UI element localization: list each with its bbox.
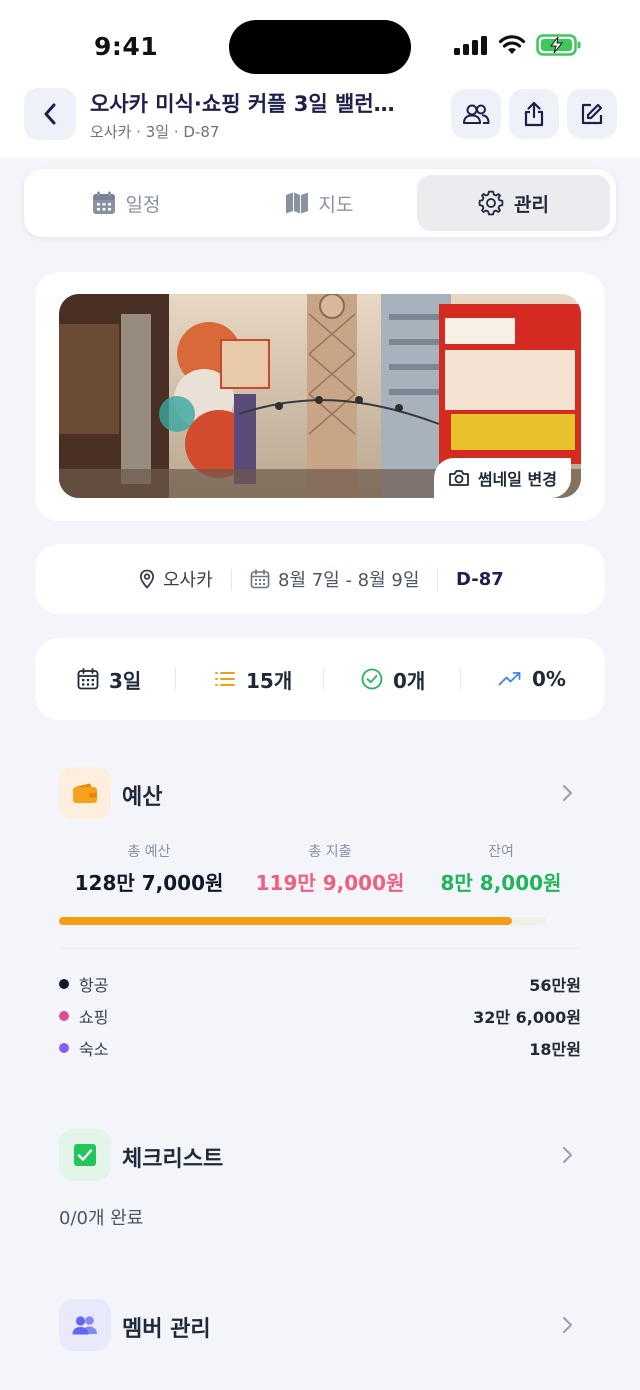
trip-thumbnail-image: 썸네일 변경 <box>59 294 581 498</box>
category-name: 숙소 <box>79 1040 109 1059</box>
change-thumbnail-button[interactable]: 썸네일 변경 <box>433 458 571 498</box>
category-name: 쇼핑 <box>79 1008 109 1027</box>
dday-badge: D-87 <box>456 568 504 590</box>
budget-progress-fill <box>59 917 512 925</box>
divider <box>323 668 324 690</box>
system-indicators <box>454 34 582 56</box>
stat-done-value: 0개 <box>393 668 426 693</box>
wifi-icon <box>498 35 526 54</box>
budget-remaining-value: 8만 8,000원 <box>440 871 562 895</box>
calendar-icon <box>92 191 115 214</box>
tab-map[interactable]: 지도 <box>229 175 409 231</box>
budget-spent-value: 119만 9,000원 <box>255 871 405 895</box>
members-section-icon <box>59 1299 111 1351</box>
trip-location-text: 오사카 <box>163 570 213 591</box>
budget-category-row: 쇼핑 32만 6,000원 <box>59 1005 581 1027</box>
budget-remaining: 잔여 8만 8,000원 <box>406 841 596 896</box>
budget-section-icon <box>59 767 111 819</box>
trending-up-icon <box>498 672 521 686</box>
status-bar: 9:41 <box>0 0 640 80</box>
map-icon <box>285 192 308 214</box>
trip-dates: 8월 7일 - 8월 9일 <box>250 544 419 614</box>
check-circle-icon <box>361 668 383 690</box>
trip-location: 오사카 <box>139 544 213 614</box>
budget-progress-bar <box>59 917 546 925</box>
status-time: 9:41 <box>94 32 159 61</box>
chevron-right-icon <box>562 1316 573 1334</box>
checklist-section-icon <box>59 1129 111 1181</box>
list-icon <box>215 672 235 686</box>
trip-header: 오사카 미식·쇼핑 커플 3일 밸런… 오사카 · 3일 · D-87 <box>0 80 640 158</box>
category-amount: 56만원 <box>529 976 581 995</box>
divider <box>231 569 232 591</box>
budget-remaining-label: 잔여 <box>488 844 514 860</box>
tab-bar: 일정 지도 관리 <box>24 169 616 237</box>
stat-items: 15개 <box>214 638 292 720</box>
battery-charging-icon <box>536 34 581 56</box>
dynamic-island <box>229 20 411 74</box>
chevron-left-icon <box>44 103 56 125</box>
share-icon <box>524 101 544 127</box>
budget-total: 총 예산 128만 7,000원 <box>54 841 244 896</box>
tab-map-label: 지도 <box>318 193 354 216</box>
signal-icon <box>454 36 487 55</box>
location-pin-icon <box>139 569 155 589</box>
stat-items-value: 15개 <box>246 668 293 693</box>
chevron-right-icon <box>562 784 573 802</box>
calendar-icon <box>250 569 270 589</box>
stat-progress-value: 0% <box>532 667 566 691</box>
divider <box>59 948 581 949</box>
change-thumbnail-label: 썸네일 변경 <box>477 470 557 489</box>
trip-info-card: 오사카 8월 7일 - 8월 9일 D-87 <box>35 544 605 614</box>
chevron-right-icon <box>562 1146 573 1164</box>
category-color-dot <box>59 1011 69 1021</box>
category-color-dot <box>59 979 69 989</box>
budget-category-row: 숙소 18만원 <box>59 1037 581 1059</box>
camera-icon <box>448 470 469 486</box>
stat-days-value: 3일 <box>109 668 142 693</box>
wallet-icon <box>73 783 97 803</box>
trip-title: 오사카 미식·쇼핑 커플 3일 밸런… <box>90 92 395 116</box>
stat-progress: 0% <box>498 638 566 720</box>
budget-total-value: 128만 7,000원 <box>74 871 224 895</box>
edit-button[interactable] <box>567 89 617 139</box>
back-button[interactable] <box>24 88 76 140</box>
budget-title: 예산 <box>122 785 163 810</box>
budget-category-row: 항공 56만원 <box>59 973 581 995</box>
budget-spent-label: 총 지출 <box>308 844 352 860</box>
tab-manage-label: 관리 <box>514 193 549 216</box>
budget-total-label: 총 예산 <box>127 844 171 860</box>
users-icon <box>463 104 490 124</box>
trip-dates-text: 8월 7일 - 8월 9일 <box>278 570 420 591</box>
category-name: 항공 <box>79 976 109 995</box>
category-amount: 18만원 <box>529 1040 581 1059</box>
checklist-title: 체크리스트 <box>122 1147 224 1172</box>
thumbnail-card: 썸네일 변경 <box>35 272 605 521</box>
trip-subtitle: 오사카 · 3일 · D-87 <box>90 123 220 141</box>
calendar-icon <box>77 668 99 690</box>
stat-done: 0개 <box>361 638 425 720</box>
tab-schedule[interactable]: 일정 <box>36 175 216 231</box>
edit-icon <box>581 103 603 125</box>
members-title: 멤버 관리 <box>122 1317 211 1342</box>
checkbox-checked-icon <box>74 1144 96 1166</box>
category-color-dot <box>59 1043 69 1053</box>
share-button[interactable] <box>509 89 559 139</box>
divider <box>175 668 176 690</box>
tab-schedule-label: 일정 <box>125 193 161 216</box>
stat-days: 3일 <box>77 638 141 720</box>
users-icon <box>72 1316 97 1335</box>
tab-manage[interactable]: 관리 <box>417 175 610 231</box>
gear-icon <box>478 190 504 216</box>
members-button[interactable] <box>451 89 501 139</box>
category-amount: 32만 6,000원 <box>473 1008 581 1027</box>
budget-spent: 총 지출 119만 9,000원 <box>235 841 425 896</box>
divider <box>437 569 438 591</box>
divider <box>460 668 461 690</box>
trip-stats-card: 3일 15개 0개 0% <box>35 638 605 720</box>
checklist-summary: 0/0개 완료 <box>59 1208 144 1229</box>
